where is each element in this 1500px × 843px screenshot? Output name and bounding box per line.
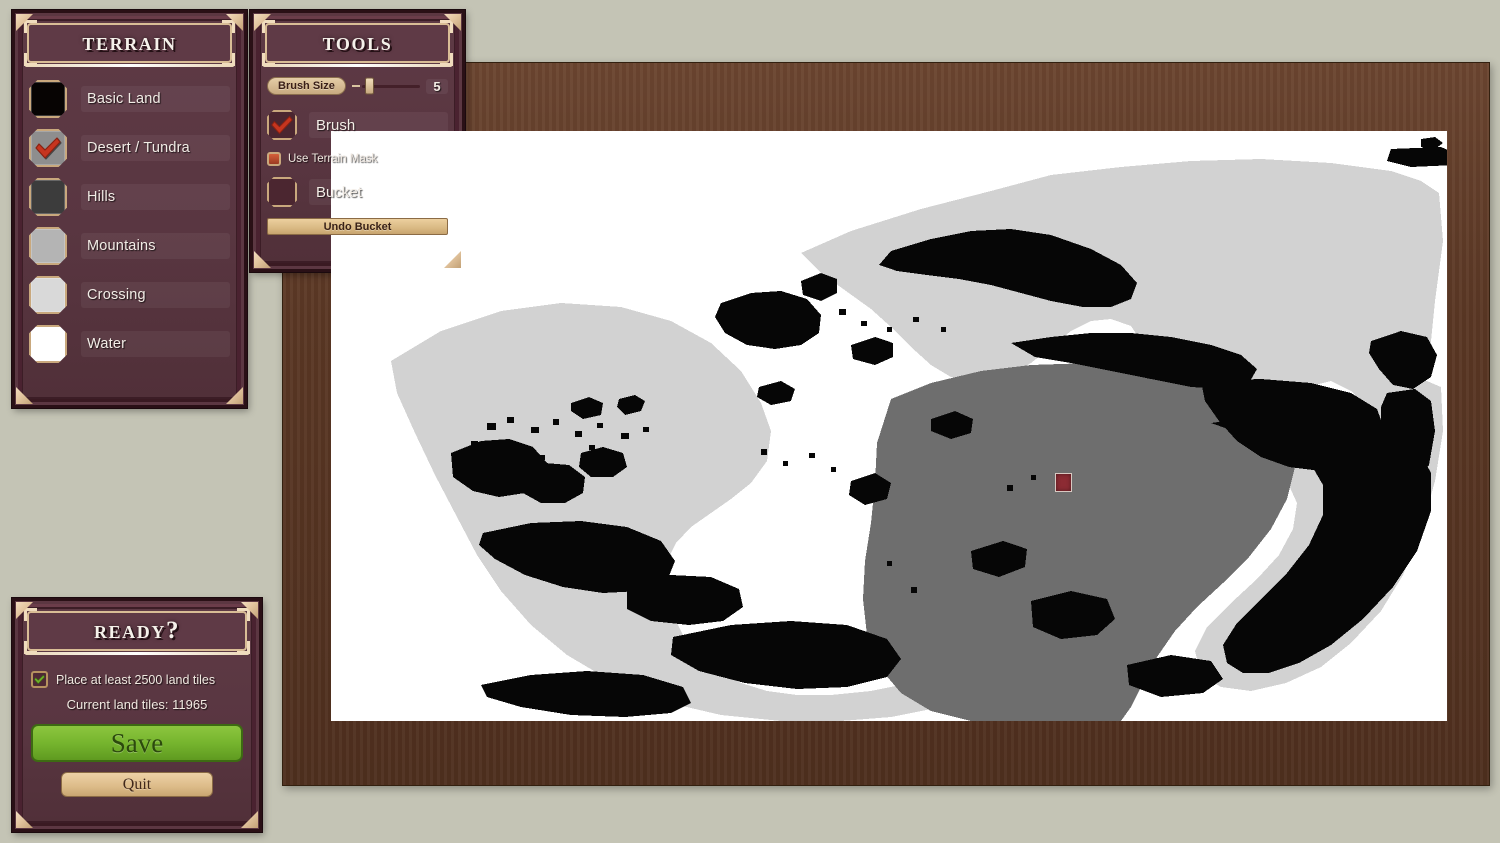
terrain-label-bg: Crossing (81, 282, 230, 308)
checkmark-icon (34, 674, 45, 685)
terrain-panel: Terrain Basic Land Desert (12, 10, 247, 408)
brush-label: Brush (316, 116, 356, 134)
terrain-item-label: Water (87, 336, 127, 352)
bucket-label: Bucket (316, 183, 362, 201)
tool-item-brush[interactable]: Brush (267, 108, 448, 142)
terrain-item-label: Hills (87, 189, 116, 205)
terrain-label-bg: Mountains (81, 233, 230, 259)
tool-label-bg: Bucket (309, 179, 448, 205)
title-corner-ornament (24, 53, 37, 66)
brush-size-label: Brush Size (267, 77, 346, 95)
checkmark-icon (271, 116, 293, 134)
ready-panel-title: Ready? (24, 608, 250, 655)
terrain-title-text: Terrain (82, 29, 177, 56)
terrain-item-mountains[interactable]: Mountains (29, 224, 230, 268)
title-corner-ornament (262, 20, 275, 33)
title-corner-ornament (24, 641, 37, 654)
terrain-swatch[interactable] (29, 80, 67, 118)
terrain-item-label: Crossing (87, 287, 146, 303)
tool-item-bucket[interactable]: Bucket (267, 175, 448, 209)
title-corner-ornament (237, 641, 250, 654)
terrain-swatch[interactable] (29, 276, 67, 314)
slider-handle[interactable] (365, 77, 375, 95)
quit-button[interactable]: Quit (60, 772, 214, 797)
brush-size-value: 5 (426, 78, 448, 94)
tools-title-text: Tools (322, 29, 393, 56)
undo-bucket-label: Undo Bucket (323, 220, 392, 233)
app-root: Terrain Basic Land Desert (0, 0, 1500, 843)
map-canvas[interactable] (331, 131, 1447, 721)
terrain-swatch[interactable] (29, 325, 67, 363)
title-corner-ornament (440, 53, 453, 66)
checkmark-icon (35, 137, 61, 159)
bucket-checkbox[interactable] (267, 177, 297, 207)
brush-cursor (1055, 473, 1072, 492)
terrain-panel-title: Terrain (24, 20, 235, 67)
terrain-mask-checkbox[interactable] (267, 152, 281, 166)
save-button-label: Save (110, 727, 164, 758)
title-corner-ornament (222, 20, 235, 33)
quit-button-label: Quit (122, 775, 152, 793)
undo-bucket-button[interactable]: Undo Bucket (267, 218, 448, 235)
terrain-swatch[interactable] (29, 178, 67, 216)
terrain-label-bg: Desert / Tundra (81, 135, 230, 161)
minus-icon (351, 85, 360, 87)
terrain-list: Basic Land Desert / Tundra Hills Mountai… (15, 77, 244, 366)
terrain-item-label: Mountains (87, 238, 156, 254)
terrain-label-bg: Hills (81, 184, 230, 210)
title-corner-ornament (222, 53, 235, 66)
title-corner-ornament (440, 20, 453, 33)
terrain-swatch[interactable] (29, 227, 67, 265)
tool-label-bg: Brush (309, 112, 448, 138)
current-tiles-text: Current land tiles: 11965 (66, 697, 208, 712)
title-corner-ornament (262, 53, 275, 66)
brush-size-slider[interactable] (351, 77, 420, 95)
requirement-row: Place at least 2500 land tiles (31, 671, 243, 688)
save-button[interactable]: Save (31, 724, 243, 762)
terrain-label-bg: Basic Land (81, 86, 230, 112)
terrain-mask-row[interactable]: Use Terrain Mask (267, 149, 448, 169)
tools-panel: Tools Brush Size 5 (250, 10, 465, 272)
terrain-label-bg: Water (81, 331, 230, 357)
terrain-item-desert-tundra[interactable]: Desert / Tundra (29, 126, 230, 170)
terrain-item-crossing[interactable]: Crossing (29, 273, 230, 317)
title-corner-ornament (24, 608, 37, 621)
terrain-item-hills[interactable]: Hills (29, 175, 230, 219)
terrain-item-label: Basic Land (87, 91, 161, 107)
brush-checkbox[interactable] (267, 110, 297, 140)
title-corner-ornament (24, 20, 37, 33)
slider-track[interactable] (361, 77, 420, 95)
tools-body: Brush Size 5 Brush Use Terrain Mask Buck… (253, 63, 462, 235)
requirement-check (31, 671, 48, 688)
tools-panel-title: Tools (262, 20, 453, 67)
terrain-item-label: Desert / Tundra (87, 140, 190, 156)
terrain-swatch[interactable] (29, 129, 67, 167)
ready-body: Place at least 2500 land tiles Current l… (15, 651, 259, 797)
title-corner-ornament (237, 608, 250, 621)
terrain-item-basic-land[interactable]: Basic Land (29, 77, 230, 121)
map-frame (282, 62, 1490, 786)
brush-size-row: Brush Size 5 (267, 75, 448, 97)
terrain-mask-label: Use Terrain Mask (288, 153, 378, 165)
ready-panel: Ready? Place at least 2500 land tiles Cu… (12, 598, 262, 832)
ready-title-text: Ready? (93, 617, 181, 644)
terrain-item-water[interactable]: Water (29, 322, 230, 366)
requirement-text: Place at least 2500 land tiles (56, 672, 216, 687)
